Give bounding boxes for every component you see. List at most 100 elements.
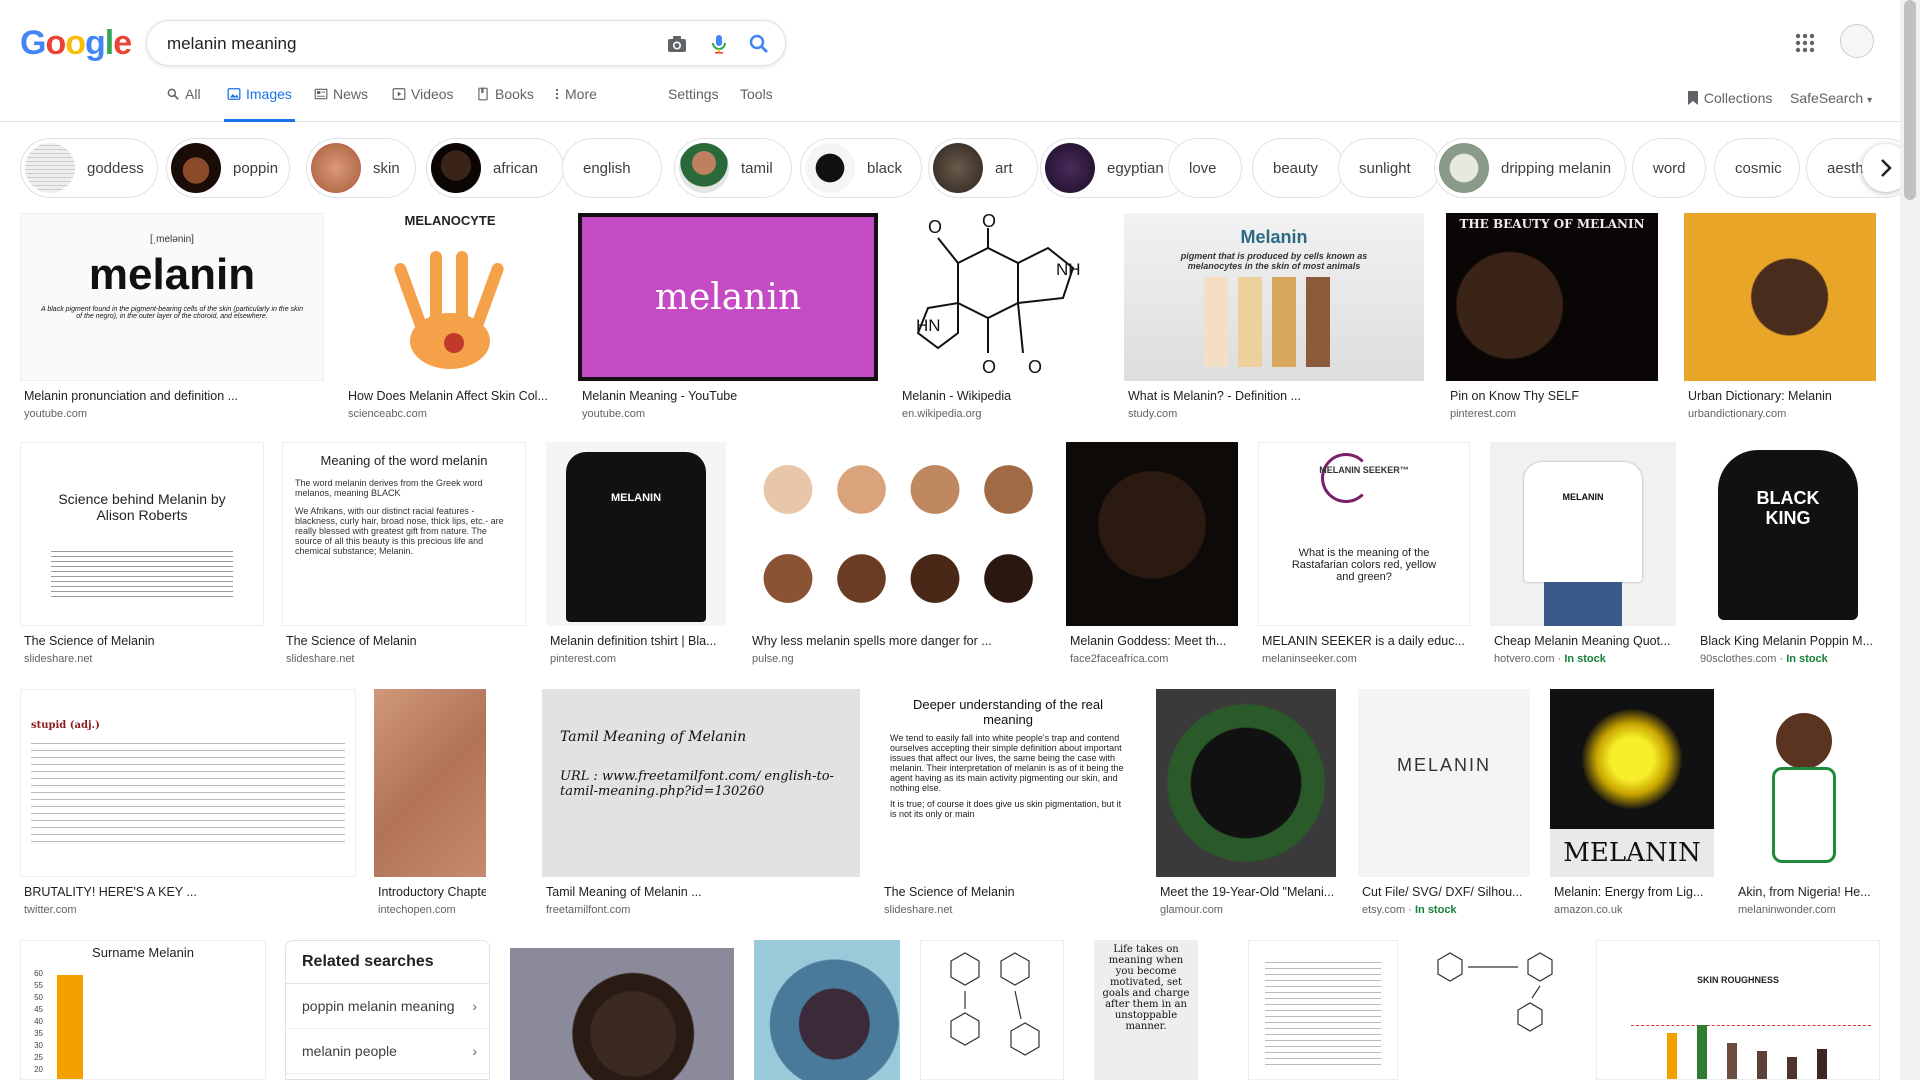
result-source: amazon.co.uk	[1554, 904, 1623, 916]
image-result[interactable]: Life takes on meaning when you become mo…	[1094, 940, 1198, 1080]
image-result[interactable]: MELANIN Cheap Melanin Meaning Quot... ho…	[1490, 442, 1676, 666]
image-result[interactable]	[920, 940, 1064, 1080]
apps-grid-icon[interactable]	[1794, 32, 1816, 54]
image-result[interactable]	[1248, 940, 1398, 1080]
chip-english[interactable]: english	[562, 138, 662, 198]
safesearch-label: SafeSearch	[1790, 90, 1864, 106]
result-title: Melanin Meaning - YouTube	[582, 389, 738, 403]
chip-sunlight[interactable]: sunlight	[1338, 138, 1440, 198]
tab-more[interactable]: More	[554, 86, 597, 122]
thumbnail-heading: Melanin	[1240, 227, 1308, 247]
video-icon	[392, 88, 406, 100]
chip-beauty[interactable]: beauty	[1252, 138, 1344, 198]
image-result[interactable]: Introductory Chapter: ... intechopen.com	[374, 689, 486, 916]
account-avatar[interactable]	[1840, 24, 1874, 58]
chip-african[interactable]: african	[426, 138, 564, 198]
thumbnail-body: What is the meaning of the Rastafarian c…	[1291, 547, 1437, 583]
image-result[interactable]: Meaning of the word melanin The word mel…	[282, 442, 526, 666]
chip-tamil[interactable]: tamil	[674, 138, 792, 198]
chip-label: cosmic	[1735, 159, 1782, 177]
chevron-right-icon: ›	[472, 998, 477, 1014]
tab-label: Images	[246, 86, 292, 102]
result-thumbnail	[1418, 940, 1576, 1080]
news-icon	[314, 88, 328, 100]
safesearch-toggle[interactable]: SafeSearch ▾	[1790, 90, 1872, 106]
chip-cosmic[interactable]: cosmic	[1714, 138, 1800, 198]
result-source: slideshare.net	[24, 653, 93, 665]
image-result[interactable]: Meet the 19-Year-Old "Melani... glamour.…	[1156, 689, 1336, 916]
mic-icon[interactable]	[707, 32, 731, 56]
chart-y-axis: 60 55 50 45 40 35 30 25 20	[21, 969, 43, 1077]
image-result[interactable]: Melanin Goddess: Meet th... face2faceafr…	[1066, 442, 1238, 666]
chip-poppin[interactable]: poppin	[166, 138, 290, 198]
image-result[interactable]: Science behind Melanin by Alison Roberts…	[20, 442, 264, 666]
svg-text:NH: NH	[1056, 260, 1081, 279]
image-result[interactable]: THE BEAUTY OF MELANIN Pin on Know Thy SE…	[1446, 213, 1658, 423]
image-result[interactable]: MELANIN Melanin: Energy from Lig... amaz…	[1550, 689, 1714, 916]
image-result[interactable]: SKIN ROUGHNESS	[1596, 940, 1880, 1080]
related-searches-title: Related searches	[286, 941, 489, 984]
image-result[interactable]: BLACK KING Black King Melanin Poppin M..…	[1696, 442, 1880, 666]
image-result[interactable]: melanin Melanin Meaning - YouTube youtub…	[578, 213, 878, 423]
chip-love[interactable]: love	[1168, 138, 1242, 198]
image-result[interactable]: [ˌmelənin] melanin A black pigment found…	[20, 213, 324, 423]
result-thumbnail: stupid (adj.)	[20, 689, 356, 877]
result-thumbnail: Surname Melanin 60 55 50 45 40 35 30 25 20	[20, 940, 266, 1080]
tab-books[interactable]: Books	[476, 86, 534, 122]
image-result[interactable]	[510, 948, 734, 1080]
result-source: urbandictionary.com	[1688, 408, 1787, 420]
page-scrollbar[interactable]	[1900, 0, 1920, 1080]
result-title: MELANIN SEEKER is a daily educ...	[1262, 634, 1465, 648]
image-result[interactable]: MELANOCYTE How Does Melanin Affect Skin …	[344, 213, 556, 423]
chip-word[interactable]: word	[1632, 138, 1706, 198]
result-thumbnail	[1684, 213, 1876, 381]
image-result[interactable]: Urban Dictionary: Melanin urbandictionar…	[1684, 213, 1876, 423]
image-result[interactable]	[754, 940, 900, 1080]
result-source: freetamilfont.com	[546, 904, 631, 916]
chip-label: black	[867, 159, 903, 177]
image-result[interactable]: MELANIN SEEKER™ What is the meaning of t…	[1258, 442, 1470, 666]
image-result[interactable]: MELANIN Melanin definition tshirt | Bla.…	[546, 442, 726, 666]
chip-label: word	[1653, 159, 1686, 177]
chip-skin[interactable]: skin	[306, 138, 416, 198]
chip-goddess[interactable]: goddess	[20, 138, 158, 198]
melanocyte-diagram	[394, 251, 504, 369]
image-result[interactable]: MELANIN Cut File/ SVG/ DXF/ Silhou... et…	[1358, 689, 1530, 916]
more-vert-icon	[555, 88, 559, 100]
tab-news[interactable]: News	[314, 86, 368, 122]
tab-videos[interactable]: Videos	[392, 86, 454, 122]
settings-link[interactable]: Settings	[668, 86, 719, 122]
chip-dripping-melanin[interactable]: dripping melanin	[1434, 138, 1626, 198]
result-source: pinterest.com	[1450, 408, 1517, 420]
search-icon	[167, 88, 179, 100]
google-logo[interactable]: Google	[20, 24, 132, 63]
image-result[interactable]: Tamil Meaning of Melanin URL : www.freet…	[542, 689, 860, 916]
result-thumbnail	[1066, 442, 1238, 626]
result-title: Melanin: Energy from Lig...	[1554, 885, 1704, 899]
chip-black[interactable]: black	[800, 138, 922, 198]
image-result[interactable]: Melanin pigment that is produced by cell…	[1124, 213, 1424, 423]
image-result[interactable]: O O NH HN O O Melanin - Wikipedia en.wik…	[898, 213, 1102, 423]
collections-link[interactable]: Collections	[1686, 90, 1772, 106]
search-input[interactable]	[167, 31, 647, 57]
result-source: hotvero.com · In stock	[1494, 653, 1606, 665]
image-result[interactable]: Why less melanin spells more danger for …	[748, 442, 1048, 666]
tab-label: More	[565, 86, 597, 102]
chart-bar	[1787, 1057, 1797, 1079]
tools-link[interactable]: Tools	[740, 86, 773, 122]
tab-images[interactable]: Images	[224, 86, 295, 122]
tab-all[interactable]: All	[166, 86, 201, 122]
result-thumbnail: MELANIN	[1550, 689, 1714, 877]
related-search-item[interactable]: poppin melanin meaning ›	[286, 984, 489, 1029]
camera-icon[interactable]	[665, 32, 689, 56]
chip-art[interactable]: art	[928, 138, 1038, 198]
image-result[interactable]: stupid (adj.) BRUTALITY! HERE'S A KEY ..…	[20, 689, 356, 916]
scrollbar-thumb[interactable]	[1904, 0, 1916, 200]
image-result[interactable]	[1418, 940, 1576, 1080]
chip-label: love	[1189, 159, 1217, 177]
image-result[interactable]: Akin, from Nigeria! He... melaninwonder.…	[1734, 689, 1878, 916]
related-search-item[interactable]: melanin people ›	[286, 1029, 489, 1074]
image-result[interactable]: Deeper understanding of the real meaning…	[880, 689, 1136, 916]
image-result[interactable]: Surname Melanin 60 55 50 45 40 35 30 25 20	[20, 940, 266, 1080]
search-icon[interactable]	[747, 32, 771, 56]
